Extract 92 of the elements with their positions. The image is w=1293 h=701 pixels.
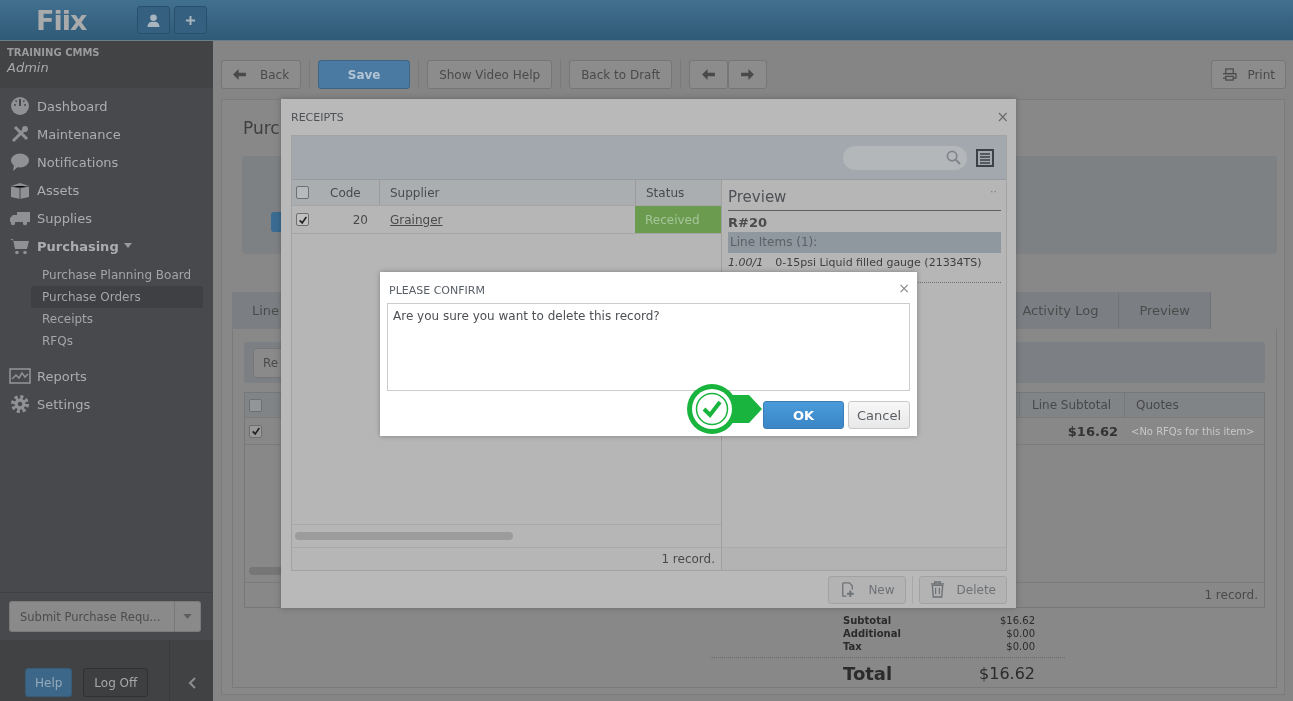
user-icon	[146, 12, 161, 28]
toolbar-button[interactable]: Back to Draft	[569, 60, 673, 89]
back-button[interactable]: Back	[221, 60, 302, 89]
menu-button[interactable]: ··	[986, 185, 1001, 198]
nav-item[interactable]: Maintenance	[0, 120, 213, 148]
delete-button[interactable]: Delete	[918, 575, 1007, 604]
nav-item[interactable]: Notifications	[0, 148, 213, 176]
close-button[interactable]: ×	[898, 279, 910, 296]
cancel-button[interactable]: Cancel	[848, 401, 910, 429]
column-header[interactable]: Quotes	[1124, 393, 1264, 417]
total-label: Additional	[843, 627, 901, 640]
print-button[interactable]: Print	[1211, 60, 1286, 89]
checkbox[interactable]	[296, 186, 309, 199]
settings-icon	[9, 394, 31, 414]
tab[interactable]: Preview	[1119, 292, 1211, 329]
plus-icon	[185, 14, 196, 26]
total-value: $16.62	[979, 664, 1035, 684]
record-number: R#20	[728, 215, 768, 230]
scrollbar[interactable]	[295, 532, 513, 540]
confirm-message: Are you sure you want to delete this record?	[393, 309, 660, 323]
column-header[interactable]: Supplier	[380, 180, 635, 205]
dropdown-button[interactable]	[174, 601, 201, 632]
trash-icon	[929, 581, 945, 598]
logo: Fiix	[36, 4, 88, 36]
list-view-button[interactable]	[976, 148, 994, 167]
nav-item[interactable]: Purchasing	[0, 232, 213, 260]
chevron-left-icon	[187, 677, 196, 689]
checkbox[interactable]	[249, 398, 262, 412]
dialog-title: PLEASE CONFIRM	[389, 282, 485, 297]
arrow-left-icon	[233, 69, 246, 80]
cart-icon	[9, 237, 31, 255]
search-field[interactable]	[842, 144, 968, 171]
help-button[interactable]: Help	[25, 668, 73, 697]
nav-item[interactable]: Dashboard	[0, 92, 213, 120]
nav-subitem[interactable]: RFQs	[31, 330, 203, 352]
submit-button[interactable]: Submit Purchase Requ...	[9, 601, 174, 632]
supplier-link[interactable]: Grainger	[390, 212, 443, 227]
nav-subitem[interactable]: Purchase Orders	[31, 286, 203, 308]
gauge-icon	[9, 96, 31, 116]
checkbox[interactable]	[296, 213, 309, 226]
truck-icon	[9, 210, 31, 226]
user-button[interactable]	[137, 6, 170, 34]
total-value: $0.00	[1006, 640, 1035, 653]
total-label: Tax	[843, 640, 862, 653]
quantity-text: 1.00/1	[728, 256, 764, 269]
nav-subitem[interactable]: Purchase Planning Board	[31, 264, 203, 286]
next-button[interactable]	[728, 60, 768, 89]
dialog-title: RECEIPTS	[291, 110, 344, 124]
section-header: Line Items (1):	[728, 232, 1001, 253]
previous-button[interactable]	[689, 60, 729, 89]
status-cell: Received	[635, 206, 721, 233]
tools-icon	[9, 124, 31, 144]
table-cell-text: 20	[351, 211, 369, 229]
table-cell-text: <No RFQs for this item>	[1130, 424, 1256, 439]
record-count: 1 record.	[661, 552, 715, 566]
add-button[interactable]	[174, 6, 207, 34]
log-off-button[interactable]: Log Off	[83, 668, 149, 697]
organization-name: TRAINING CMMS	[7, 47, 101, 58]
nav-subitem[interactable]: Receipts	[31, 308, 203, 330]
nav-item[interactable]: Settings	[0, 390, 213, 418]
preview-title: Preview	[728, 188, 787, 206]
total-value: $16.62	[1000, 614, 1035, 627]
total-value: $0.00	[1006, 627, 1035, 640]
record-count: 1 record.	[1204, 588, 1258, 602]
column-header[interactable]: Code	[320, 180, 380, 205]
table-cell-text: $16.62	[1066, 422, 1119, 441]
nav-item[interactable]: Assets	[0, 176, 213, 204]
nav-item[interactable]: Supplies	[0, 204, 213, 232]
total-label: Total	[843, 664, 893, 684]
nav-item[interactable]: Reports	[0, 362, 213, 390]
chart-icon	[9, 368, 31, 384]
total-label: Subtotal	[843, 614, 892, 627]
speech-bubble-icon	[9, 152, 31, 172]
search-icon	[946, 150, 961, 165]
box-icon	[9, 180, 31, 200]
checkbox[interactable]	[249, 424, 262, 438]
new-document-icon	[839, 581, 857, 598]
close-button[interactable]: ×	[996, 108, 1009, 126]
ok-button[interactable]: OK	[763, 401, 844, 429]
column-header[interactable]: Status	[635, 180, 721, 205]
caret-icon	[183, 614, 192, 619]
printer-icon	[1222, 68, 1238, 81]
page-title: Purc	[243, 118, 280, 140]
toolbar-button[interactable]: Show Video Help	[427, 60, 553, 89]
column-header[interactable]: Line Subtotal	[1019, 393, 1124, 417]
list-icon	[976, 148, 994, 167]
item-description: 0-15psi Liquid filled gauge (21334TS)	[775, 256, 982, 269]
user-role: Admin	[7, 60, 50, 75]
arrow-right-icon	[741, 69, 755, 80]
save-button[interactable]: Save	[318, 60, 411, 89]
new-button[interactable]: New	[828, 575, 906, 604]
arrow-left-icon	[702, 69, 716, 80]
